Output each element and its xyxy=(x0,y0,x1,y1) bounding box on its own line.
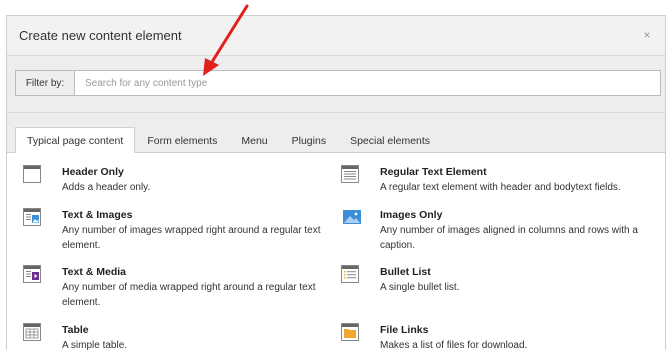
tab-form-elements[interactable]: Form elements xyxy=(135,127,229,153)
content-item-file-links[interactable]: File Links Makes a list of files for dow… xyxy=(341,323,650,353)
text-element-icon xyxy=(341,165,359,183)
content-item-bullet-list[interactable]: Bullet List A single bullet list. xyxy=(341,265,650,295)
filter-label: Filter by: xyxy=(15,70,74,96)
item-title: Bullet List xyxy=(380,266,431,278)
content-item-header-only[interactable]: Header Only Adds a header only. xyxy=(23,165,332,195)
new-content-element-modal: Create new content element × Filter by: … xyxy=(6,15,666,353)
tab-plugins[interactable]: Plugins xyxy=(280,127,338,153)
item-description: Any number of media wrapped right around… xyxy=(62,282,316,308)
content-element-list: Header Only Adds a header only. Regular … xyxy=(7,153,665,353)
item-title: Table xyxy=(62,324,89,336)
content-item-text-images[interactable]: Text & Images Any number of images wrapp… xyxy=(23,208,332,253)
bullet-list-icon xyxy=(341,265,359,283)
content-item-images-only[interactable]: Images Only Any number of images aligned… xyxy=(341,208,650,253)
content-item-text-media[interactable]: Text & Media Any number of media wrapped… xyxy=(23,265,332,310)
item-title: Text & Images xyxy=(62,209,133,221)
modal-header: Create new content element × xyxy=(7,16,665,56)
filter-bar: Filter by: xyxy=(7,56,665,113)
item-title: Regular Text Element xyxy=(380,166,487,178)
images-only-icon xyxy=(343,210,361,224)
search-input[interactable] xyxy=(74,70,661,96)
item-description: A single bullet list. xyxy=(380,282,460,293)
filter-group: Filter by: xyxy=(15,70,661,96)
item-title: File Links xyxy=(380,324,429,336)
file-links-icon xyxy=(341,323,359,341)
item-title: Text & Media xyxy=(62,266,126,278)
tab-special-elements[interactable]: Special elements xyxy=(338,127,442,153)
text-media-icon xyxy=(23,265,41,283)
item-description: Any number of images wrapped right aroun… xyxy=(62,225,321,251)
tab-typical-page-content[interactable]: Typical page content xyxy=(15,127,136,153)
header-only-icon xyxy=(23,165,41,183)
item-description: A simple table. xyxy=(62,340,128,351)
item-title: Images Only xyxy=(380,209,443,221)
item-description: Any number of images aligned in columns … xyxy=(380,225,638,251)
item-description: Adds a header only. xyxy=(62,182,151,193)
table-icon xyxy=(23,323,41,341)
content-item-table[interactable]: Table A simple table. xyxy=(23,323,332,353)
tab-bar: Typical page content Form elements Menu … xyxy=(7,113,665,153)
content-item-regular-text[interactable]: Regular Text Element A regular text elem… xyxy=(341,165,650,195)
item-title: Header Only xyxy=(62,166,124,178)
text-images-icon xyxy=(23,208,41,226)
modal-title: Create new content element xyxy=(19,28,182,43)
item-description: A regular text element with header and b… xyxy=(380,182,621,193)
item-description: Makes a list of files for download. xyxy=(380,340,528,351)
close-icon[interactable]: × xyxy=(641,29,653,41)
tab-menu[interactable]: Menu xyxy=(229,127,279,153)
